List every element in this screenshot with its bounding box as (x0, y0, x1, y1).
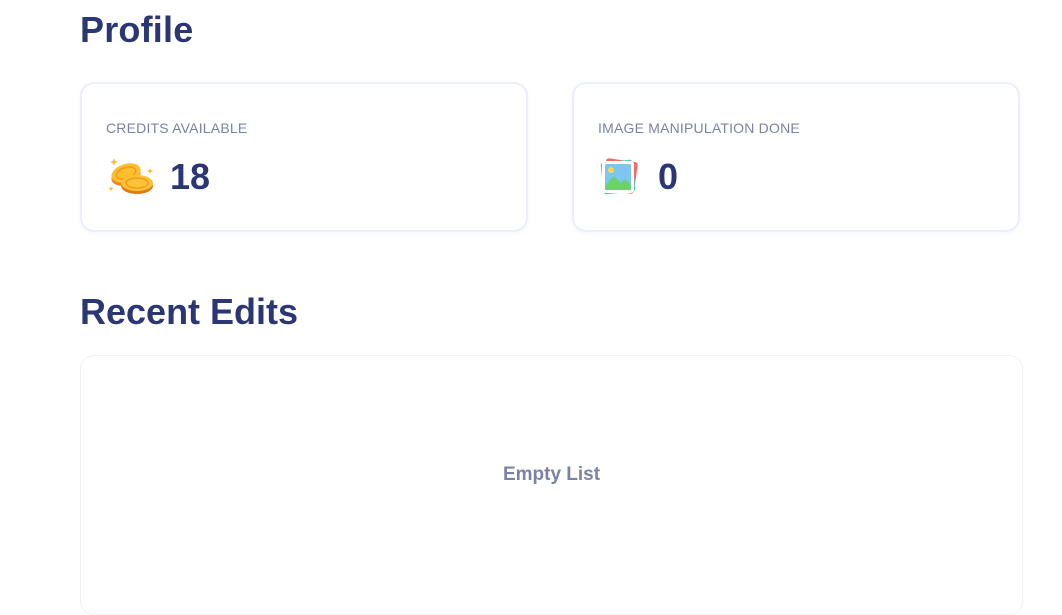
credits-row: 18 (106, 156, 210, 198)
credits-value: 18 (170, 156, 211, 197)
credits-available-label: CREDITS AVAILABLE (106, 120, 248, 136)
image-gallery-icon (598, 156, 642, 198)
image-manipulation-row: 0 (598, 156, 678, 198)
recent-edits-list: Empty List (80, 355, 1023, 615)
image-manipulation-label: IMAGE MANIPULATION DONE (598, 120, 800, 136)
page-title: Profile (80, 9, 194, 50)
image-manipulation-card: IMAGE MANIPULATION DONE 0 (572, 82, 1020, 232)
recent-edits-title: Recent Edits (80, 291, 299, 332)
empty-list-text: Empty List (502, 464, 601, 485)
credits-available-card: CREDITS AVAILABLE 18 (80, 82, 528, 232)
coins-icon (106, 156, 158, 198)
image-manipulation-value: 0 (658, 156, 679, 197)
